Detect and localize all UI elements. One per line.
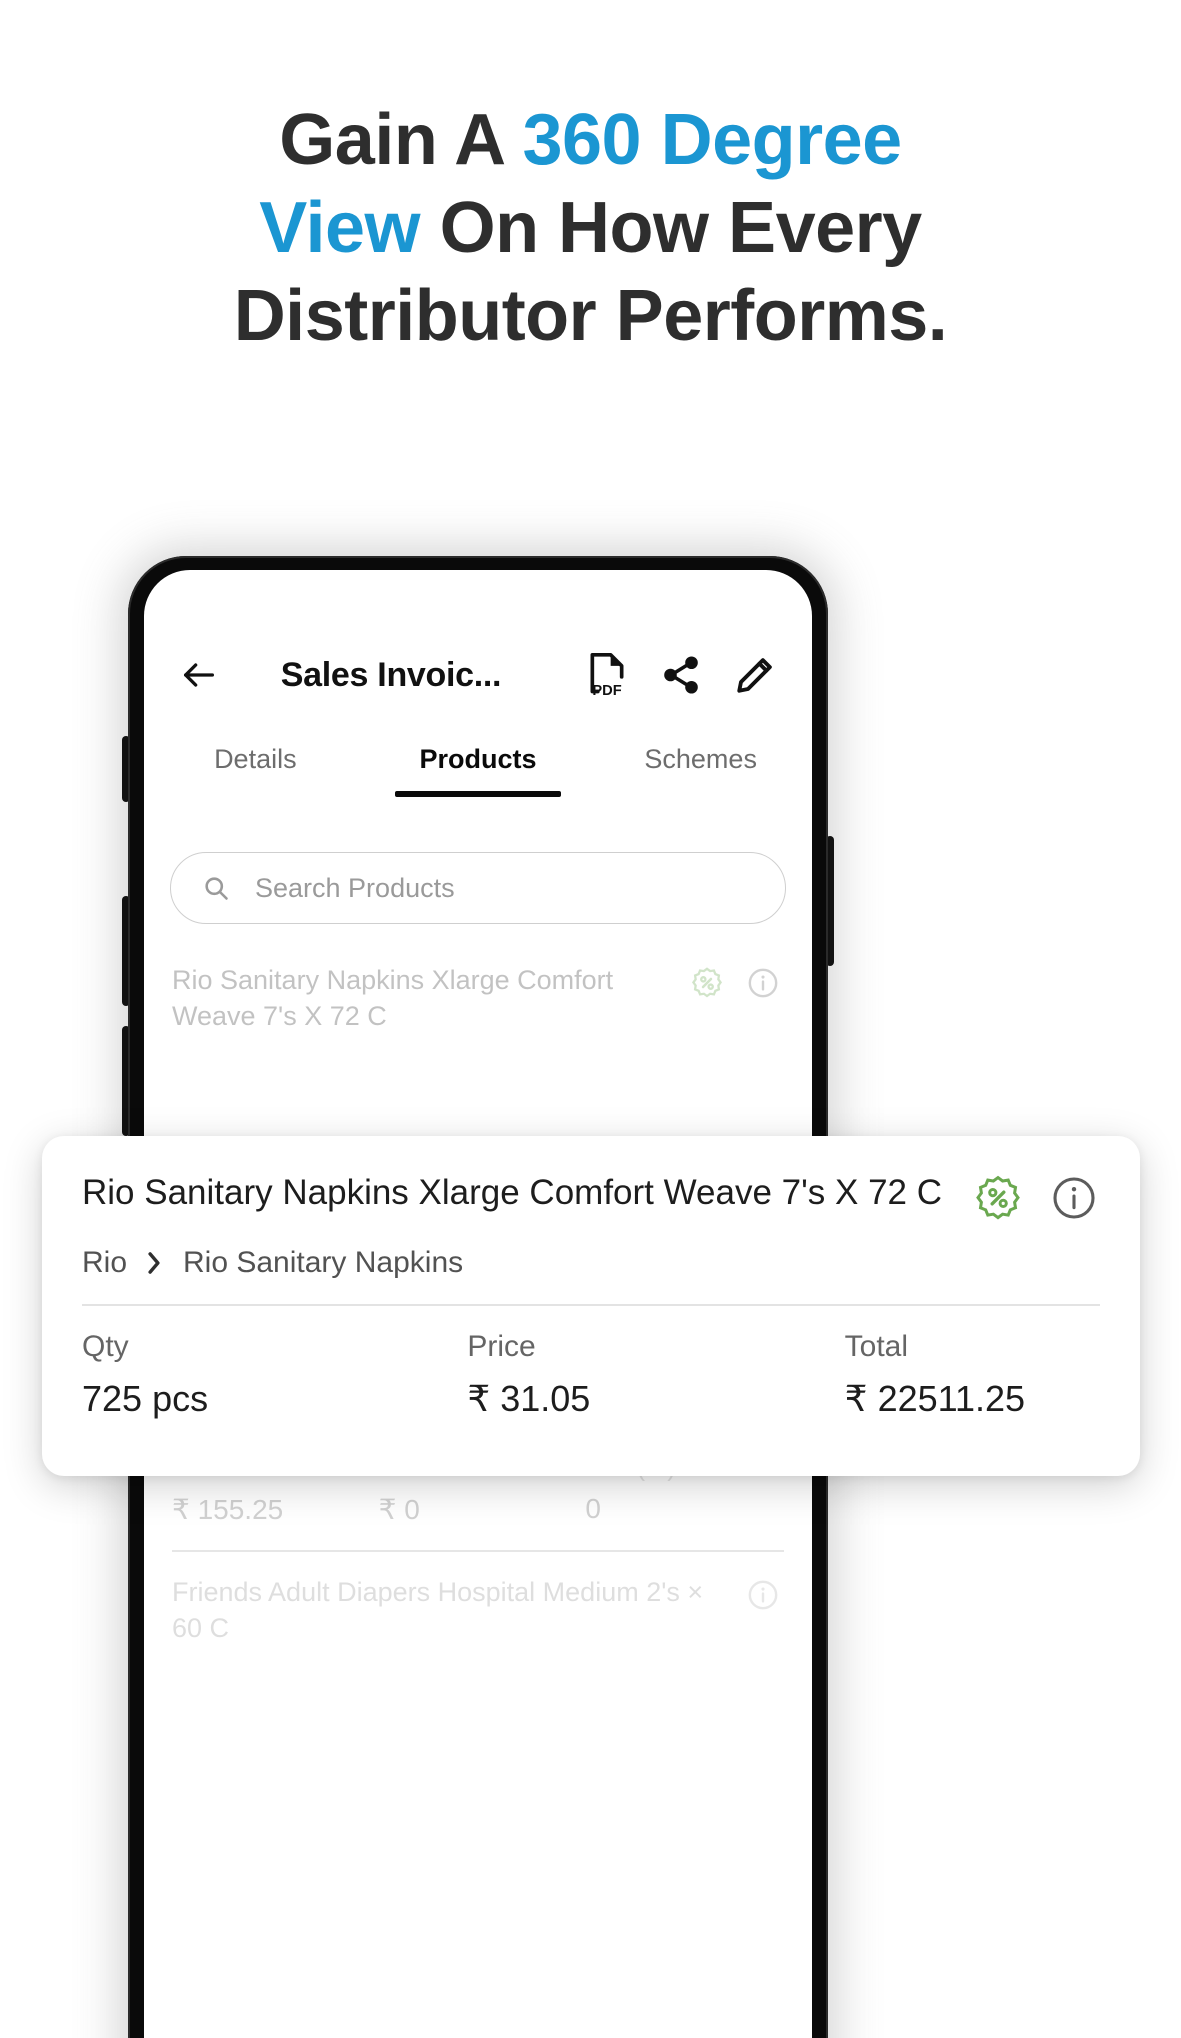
app-bar-title: Sales Invoic... <box>280 655 502 694</box>
headline-line1-accent: 360 Degree <box>522 100 902 180</box>
info-circle-icon[interactable] <box>746 1578 784 1616</box>
product-title: Rio Sanitary Napkins Xlarge Comfort Weav… <box>82 1173 943 1212</box>
phone-volume-down-button <box>122 1026 130 1136</box>
headline-line1-plain: Gain A <box>279 100 523 180</box>
product-metrics: Qty Price Total 725 pcs ₹ 31.05 ₹ 22511.… <box>82 1330 1100 1420</box>
tab-details[interactable]: Details <box>144 730 367 775</box>
phone-power-button <box>826 836 834 966</box>
page-title: Gain A 360 Degree View On How Every Dist… <box>0 96 1181 360</box>
field-value: ₹ 155.25 <box>172 1494 284 1525</box>
pdf-icon[interactable]: PDF <box>578 646 636 704</box>
percent-badge-icon[interactable] <box>974 1174 1024 1224</box>
back-arrow-icon[interactable] <box>172 648 226 702</box>
headline-line2-plain: On How Every <box>420 188 923 268</box>
share-icon[interactable] <box>652 646 710 704</box>
svg-text:PDF: PDF <box>592 683 621 699</box>
breadcrumb-brand: Rio <box>82 1246 128 1279</box>
search-placeholder: Search Products <box>255 872 455 903</box>
info-circle-icon[interactable] <box>1050 1174 1100 1224</box>
metric-value-total: ₹ 22511.25 <box>844 1377 1026 1419</box>
phone-volume-up-button <box>122 896 130 1006</box>
tab-bar: Details Products Schemes <box>144 730 812 816</box>
headline-line2-accent: View <box>259 188 421 268</box>
list-item[interactable]: Rio Sanitary Napkins Xlarge Comfort Weav… <box>144 940 812 1058</box>
product-name: Friends Adult Diapers Hospital Medium 2'… <box>172 1576 704 1643</box>
product-name: Rio Sanitary Napkins Xlarge Comfort Weav… <box>172 965 614 1031</box>
metric-label-price: Price <box>467 1329 536 1363</box>
info-circle-icon[interactable] <box>746 966 784 1004</box>
metric-value-price: ₹ 31.05 <box>467 1377 591 1419</box>
app-bar: Sales Invoic... PDF <box>144 632 812 718</box>
breadcrumb-category: Rio Sanitary Napkins <box>183 1246 464 1279</box>
metric-value-qty: 725 pcs <box>82 1377 209 1419</box>
product-detail-card[interactable]: Rio Sanitary Napkins Xlarge Comfort Weav… <box>42 1136 1140 1476</box>
chevron-right-icon <box>145 1250 165 1276</box>
search-icon <box>201 873 231 903</box>
pencil-edit-icon[interactable] <box>726 646 784 704</box>
list-item[interactable]: Friends Adult Diapers Hospital Medium 2'… <box>144 1551 812 1670</box>
search-input[interactable]: Search Products <box>170 852 786 924</box>
field-value: 0 <box>585 1493 601 1524</box>
metric-label-total: Total <box>844 1329 909 1363</box>
promo-screenshot: Gain A 360 Degree View On How Every Dist… <box>0 0 1181 2038</box>
phone-mute-button <box>122 736 130 802</box>
metric-label-qty: Qty <box>82 1329 129 1363</box>
headline-line3: Distributor Performs. <box>233 276 948 356</box>
tab-products[interactable]: Products <box>367 730 590 775</box>
card-divider <box>82 1304 1100 1306</box>
breadcrumb: Rio Rio Sanitary Napkins <box>82 1246 1100 1280</box>
percent-badge-icon[interactable] <box>690 966 728 1004</box>
field-value: ₹ 0 <box>378 1494 420 1525</box>
tab-schemes[interactable]: Schemes <box>589 730 812 775</box>
